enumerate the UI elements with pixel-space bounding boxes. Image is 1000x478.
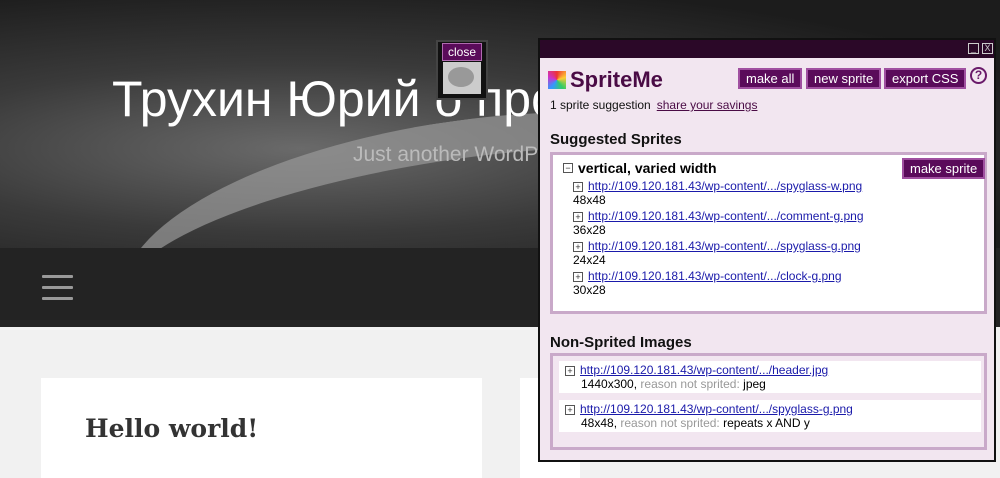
image-link[interactable]: http://109.120.181.43/wp-content/.../clo… xyxy=(588,269,842,283)
reason: repeats x AND y xyxy=(723,416,810,430)
image-size: 1440x300, xyxy=(581,377,638,391)
app-name: SpriteMe xyxy=(570,67,663,92)
list-item: + http://109.120.181.43/wp-content/.../sp… xyxy=(573,179,862,207)
suggested-heading: Suggested Sprites xyxy=(550,131,682,148)
image-link[interactable]: http://109.120.181.43/wp-content/.../spy… xyxy=(580,402,853,416)
expand-icon[interactable]: + xyxy=(573,242,583,252)
expand-icon[interactable]: + xyxy=(573,272,583,282)
expand-icon[interactable]: + xyxy=(573,212,583,222)
sprite-group-name: vertical, varied width xyxy=(578,160,717,176)
image-size: 48x48 xyxy=(573,193,606,207)
spriteme-panel: _ X SpriteMe make all new sprite export … xyxy=(538,38,996,462)
list-item: + http://109.120.181.43/wp-content/.../sp… xyxy=(573,239,861,267)
make-all-button[interactable]: make all xyxy=(738,68,803,89)
expand-icon[interactable]: + xyxy=(573,182,583,192)
spriteme-logo-icon xyxy=(548,71,566,89)
nonsprited-list: + http://109.120.181.43/wp-content/.../he… xyxy=(550,353,987,450)
image-link[interactable]: http://109.120.181.43/wp-content/.../hea… xyxy=(580,363,828,377)
reason: jpeg xyxy=(743,377,766,391)
reason-label: reason not sprited: xyxy=(640,377,740,391)
list-item: + http://109.120.181.43/wp-content/.../co… xyxy=(573,209,864,237)
image-size: 48x48, xyxy=(581,416,618,430)
export-css-button[interactable]: export CSS xyxy=(884,68,967,89)
image-size: 24x24 xyxy=(573,253,606,267)
minimize-icon[interactable]: _ xyxy=(968,43,979,54)
nonsprited-heading: Non-Sprited Images xyxy=(550,334,692,351)
list-item: + http://109.120.181.43/wp-content/.../cl… xyxy=(573,269,842,297)
sprite-group-header[interactable]: − vertical, varied width xyxy=(563,160,717,176)
close-icon[interactable]: X xyxy=(982,43,993,54)
expand-icon[interactable]: + xyxy=(565,366,575,376)
image-link[interactable]: http://109.120.181.43/wp-content/.../spy… xyxy=(588,239,861,253)
share-savings-link[interactable]: share your savings xyxy=(657,98,758,112)
image-link[interactable]: http://109.120.181.43/wp-content/.../com… xyxy=(588,209,864,223)
sprite-group: − vertical, varied width make sprite + htt… xyxy=(550,152,987,314)
comment-bubble-icon xyxy=(443,62,481,94)
list-item: + http://109.120.181.43/wp-content/.../sp… xyxy=(559,400,981,432)
sprite-preview-overlay: close xyxy=(436,40,488,100)
post-card: Hello world! xyxy=(41,378,482,478)
expand-icon[interactable]: + xyxy=(565,405,575,415)
spriteme-logo: SpriteMe xyxy=(548,67,663,93)
list-item: + http://109.120.181.43/wp-content/.../he… xyxy=(559,361,981,393)
sprite-count: 1 sprite suggestion xyxy=(550,98,651,112)
reason-label: reason not sprited: xyxy=(620,416,720,430)
new-sprite-button[interactable]: new sprite xyxy=(806,68,882,89)
hamburger-menu-icon[interactable] xyxy=(42,275,73,308)
title-bar[interactable]: _ X xyxy=(540,40,994,58)
image-size: 36x28 xyxy=(573,223,606,237)
post-title[interactable]: Hello world! xyxy=(85,414,258,443)
collapse-icon[interactable]: − xyxy=(563,163,573,173)
image-size: 30x28 xyxy=(573,283,606,297)
image-link[interactable]: http://109.120.181.43/wp-content/.../spy… xyxy=(588,179,862,193)
close-button[interactable]: close xyxy=(442,43,483,61)
help-icon[interactable]: ? xyxy=(970,67,987,84)
make-sprite-button[interactable]: make sprite xyxy=(902,158,986,179)
summary: 1 sprite suggestion share your savings xyxy=(550,98,757,112)
